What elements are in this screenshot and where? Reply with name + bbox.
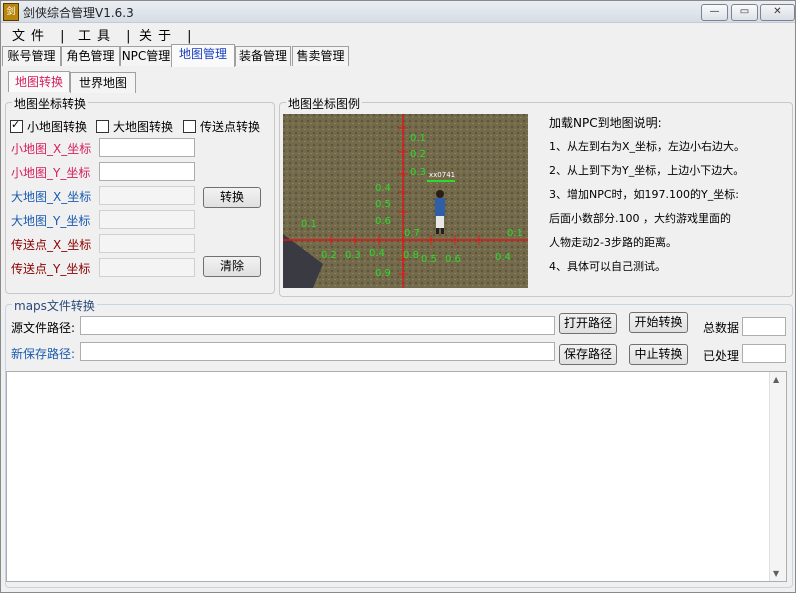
log-textarea[interactable]: ▲ ▼ bbox=[6, 371, 787, 582]
legend-label: 0.2 bbox=[321, 250, 337, 261]
legend-label: 0.1 bbox=[301, 219, 317, 230]
convert-button[interactable]: 转换 bbox=[203, 187, 261, 208]
legend-label: 0.9 bbox=[375, 268, 391, 279]
save-path-label: 新保存路径: bbox=[11, 347, 76, 361]
source-path-label: 源文件路径: bbox=[11, 321, 76, 335]
teleport-y-input[interactable] bbox=[99, 258, 195, 277]
large-map-y-label: 大地图_Y_坐标 bbox=[11, 214, 91, 228]
window-title: 剑侠综合管理V1.6.3 bbox=[23, 6, 134, 20]
app-icon: 剑 bbox=[3, 3, 19, 21]
minimize-button[interactable]: — bbox=[701, 4, 728, 21]
large-map-y-input[interactable] bbox=[99, 210, 195, 229]
tab-equipment[interactable]: 装备管理 bbox=[235, 46, 291, 66]
small-map-checkbox[interactable]: 小地图转换 bbox=[10, 118, 87, 135]
info-line: 人物走动2-3步路的距离。 bbox=[549, 236, 677, 249]
legend-label: 0.6 bbox=[445, 254, 461, 265]
menu-about[interactable]: 关于 | bbox=[139, 25, 198, 44]
total-input[interactable] bbox=[742, 317, 786, 336]
map-legend-figure: 0.1 0.2 0.3 0.4 0.5 0.6 0.7 0.1 0.2 0.3 … bbox=[283, 114, 528, 288]
total-label: 总数据 bbox=[703, 321, 740, 335]
small-map-y-input[interactable] bbox=[99, 162, 195, 181]
info-line: 4、具体可以自己测试。 bbox=[549, 260, 666, 273]
legend-label: 0.6 bbox=[375, 216, 391, 227]
info-line: 后面小数部分.100 ，大约游戏里面的 bbox=[549, 212, 731, 225]
subtab-world-map[interactable]: 世界地图 bbox=[70, 72, 136, 93]
start-convert-button[interactable]: 开始转换 bbox=[629, 312, 688, 333]
title-bar[interactable]: 剑 剑侠综合管理V1.6.3 — ▭ ✕ bbox=[1, 1, 795, 23]
teleport-x-input[interactable] bbox=[99, 234, 195, 253]
tab-account[interactable]: 账号管理 bbox=[2, 46, 61, 66]
info-line: 2、从上到下为Y_坐标，上边小下边大。 bbox=[549, 164, 745, 177]
source-path-input[interactable] bbox=[80, 316, 555, 335]
maximize-icon: ▭ bbox=[739, 6, 750, 17]
tab-sales[interactable]: 售卖管理 bbox=[292, 46, 349, 66]
small-map-y-label: 小地图_Y_坐标 bbox=[11, 166, 91, 180]
legend-label: 0.5 bbox=[375, 199, 391, 210]
main-window: 剑 剑侠综合管理V1.6.3 — ▭ ✕ 文件 | 工具 | 关于 | 账号管理… bbox=[0, 0, 796, 593]
legend-label: 0.2 bbox=[410, 149, 426, 160]
main-tab-strip: 账号管理 角色管理 NPC管理 地图管理 装备管理 售卖管理 bbox=[1, 44, 795, 67]
close-button[interactable]: ✕ bbox=[760, 4, 795, 21]
legend-label: 0.1 bbox=[410, 133, 426, 144]
legend-npc-name: xx0741 bbox=[429, 171, 455, 179]
info-line: 1、从左到右为X_坐标，左边小右边大。 bbox=[549, 140, 746, 153]
large-map-x-input[interactable] bbox=[99, 186, 195, 205]
tab-map[interactable]: 地图管理 bbox=[171, 44, 235, 67]
tab-npc[interactable]: NPC管理 bbox=[120, 46, 172, 66]
maximize-button[interactable]: ▭ bbox=[731, 4, 758, 21]
menu-file[interactable]: 文件 | bbox=[12, 25, 71, 44]
processed-input[interactable] bbox=[742, 344, 786, 363]
scroll-down-icon[interactable]: ▼ bbox=[773, 569, 779, 578]
scroll-up-icon[interactable]: ▲ bbox=[773, 375, 779, 384]
minimize-icon: — bbox=[709, 6, 720, 17]
checkbox-unchecked-icon bbox=[183, 120, 196, 133]
legend-label: 0.3 bbox=[410, 167, 426, 178]
open-path-button[interactable]: 打开路径 bbox=[559, 313, 617, 334]
checkbox-unchecked-icon bbox=[96, 120, 109, 133]
close-icon: ✕ bbox=[773, 6, 782, 17]
teleport-checkbox[interactable]: 传送点转换 bbox=[183, 118, 260, 135]
teleport-y-label: 传送点_Y_坐标 bbox=[11, 262, 91, 276]
small-map-x-input[interactable] bbox=[99, 138, 195, 157]
maps-convert-title: maps文件转换 bbox=[12, 297, 97, 314]
info-title: 加载NPC到地图说明: bbox=[549, 116, 662, 130]
save-path-button[interactable]: 保存路径 bbox=[559, 344, 617, 365]
large-map-checkbox[interactable]: 大地图转换 bbox=[96, 118, 173, 135]
stop-convert-button[interactable]: 中止转换 bbox=[629, 344, 688, 365]
legend-label: 0.4 bbox=[375, 183, 391, 194]
teleport-x-label: 传送点_X_坐标 bbox=[11, 238, 92, 252]
clear-button[interactable]: 清除 bbox=[203, 256, 261, 277]
menu-tools[interactable]: 工具 | bbox=[78, 25, 137, 44]
legend-title: 地图坐标图例 bbox=[286, 95, 363, 112]
log-scrollbar[interactable]: ▲ ▼ bbox=[769, 372, 786, 581]
legend-label: 0.4 bbox=[495, 252, 511, 263]
map-legend-image: 0.1 0.2 0.3 0.4 0.5 0.6 0.7 0.1 0.2 0.3 … bbox=[283, 114, 528, 288]
large-map-x-label: 大地图_X_坐标 bbox=[11, 190, 92, 204]
save-path-input[interactable] bbox=[80, 342, 555, 361]
legend-label: 0.5 bbox=[421, 254, 437, 265]
small-map-x-label: 小地图_X_坐标 bbox=[11, 142, 92, 156]
checkbox-checked-icon bbox=[10, 118, 23, 133]
legend-label: 0.8 bbox=[403, 250, 419, 261]
legend-label: 0.7 bbox=[404, 228, 420, 239]
legend-label: 0.4 bbox=[369, 248, 385, 259]
legend-label: 0.1 bbox=[507, 228, 523, 239]
processed-label: 已处理 bbox=[703, 349, 740, 363]
coord-convert-title: 地图坐标转换 bbox=[12, 95, 89, 112]
menu-bar: 文件 | 工具 | 关于 | bbox=[1, 23, 795, 44]
subtab-map-convert[interactable]: 地图转换 bbox=[8, 71, 70, 92]
legend-label: 0.3 bbox=[345, 250, 361, 261]
info-line: 3、增加NPC时，如197.100的Y_坐标: bbox=[549, 188, 739, 201]
tab-role[interactable]: 角色管理 bbox=[61, 46, 120, 66]
